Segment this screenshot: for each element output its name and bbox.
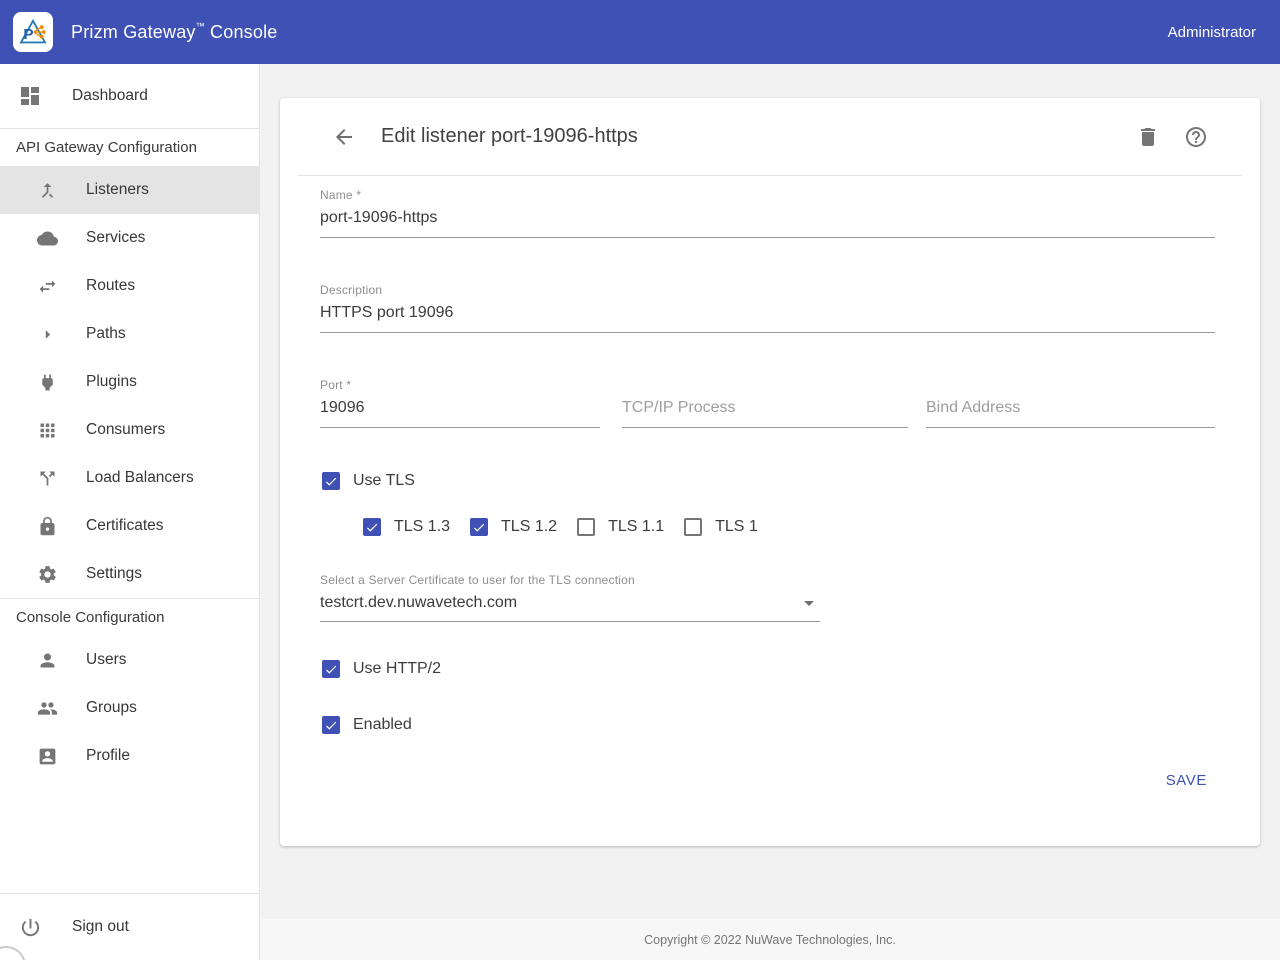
description-input[interactable] [320,297,1215,333]
back-arrow-icon[interactable] [332,125,356,149]
power-icon [19,916,42,939]
app-root: P Prizm Gateway™ Console Administrator D… [0,0,1280,960]
sidebar-item-settings[interactable]: Settings [0,550,259,598]
arrow-right-icon [37,324,58,345]
edit-listener-card: Edit listener port-19096-https Name * [280,98,1260,846]
section-api-gateway-configuration: API Gateway Configuration [0,129,259,166]
bind-address-input[interactable] [926,392,1215,428]
checkbox-icon [322,472,340,490]
listener-form: Name * Description Port * [280,176,1260,846]
description-label: Description [320,283,1215,297]
app-header: P Prizm Gateway™ Console Administrator [0,0,1280,64]
enabled-checkbox[interactable]: Enabled [322,716,1215,734]
main-content: Edit listener port-19096-https Name * [260,64,1280,960]
checkbox-icon [470,518,488,536]
card-title: Edit listener port-19096-https [381,125,638,148]
sidebar-item-paths[interactable]: Paths [0,310,259,358]
checkbox-icon [684,518,702,536]
dashboard-icon [18,84,42,108]
tcpip-process-input[interactable] [622,392,908,428]
sidebar-item-profile[interactable]: Profile [0,732,259,780]
merge-type-icon [37,180,58,201]
help-icon[interactable] [1184,125,1208,149]
checkbox-icon [363,518,381,536]
name-input[interactable] [320,202,1215,238]
plug-icon [37,372,58,393]
app-logo: P [13,12,53,52]
account-box-icon [37,746,58,767]
tls-1-1-checkbox[interactable]: TLS 1.1 [577,518,664,536]
sidebar-item-routes[interactable]: Routes [0,262,259,310]
sidebar-item-plugins[interactable]: Plugins [0,358,259,406]
checkbox-icon [577,518,595,536]
sidebar-item-dashboard[interactable]: Dashboard [0,64,259,128]
user-menu[interactable]: Administrator [1168,24,1256,41]
cloud-icon [37,228,58,249]
call-split-icon [37,468,58,489]
use-http2-checkbox[interactable]: Use HTTP/2 [322,660,1215,678]
tls-1-checkbox[interactable]: TLS 1 [684,518,758,536]
prizm-logo-icon: P [17,16,49,48]
sidebar: Dashboard API Gateway Configuration List… [0,64,260,960]
sidebar-item-groups[interactable]: Groups [0,684,259,732]
page-title: Prizm Gateway™ Console [71,22,278,43]
port-label: Port * [320,378,600,392]
lock-icon [37,516,58,537]
tls-1-2-checkbox[interactable]: TLS 1.2 [470,518,557,536]
certificate-select[interactable]: testcrt.dev.nuwavetech.com [320,587,820,622]
checkbox-icon [322,660,340,678]
swap-horizontal-icon [37,276,58,297]
card-header: Edit listener port-19096-https [280,98,1260,175]
checkbox-icon [322,716,340,734]
trash-icon[interactable] [1136,125,1160,149]
footer: Copyright © 2022 NuWave Technologies, In… [260,919,1280,960]
port-input[interactable] [320,392,600,428]
sidebar-item-certificates[interactable]: Certificates [0,502,259,550]
sidebar-item-listeners[interactable]: Listeners [0,166,259,214]
use-tls-checkbox[interactable]: Use TLS [322,472,1215,490]
chevron-down-icon [804,601,814,606]
sidebar-item-load-balancers[interactable]: Load Balancers [0,454,259,502]
sign-out-button[interactable]: Sign out [0,894,259,960]
certificate-label: Select a Server Certificate to user for … [320,573,820,587]
name-label: Name * [320,188,1215,202]
copyright-text: Copyright © 2022 NuWave Technologies, In… [644,933,896,947]
tls-versions-group: TLS 1.3 TLS 1.2 TLS 1.1 [363,518,1215,536]
section-console-configuration: Console Configuration [0,599,259,636]
people-icon [37,698,58,719]
gear-icon [37,564,58,585]
save-button[interactable]: SAVE [1158,762,1215,799]
sidebar-item-services[interactable]: Services [0,214,259,262]
person-icon [37,650,58,671]
tls-1-3-checkbox[interactable]: TLS 1.3 [363,518,450,536]
svg-text:P: P [23,26,33,43]
sidebar-item-users[interactable]: Users [0,636,259,684]
sidebar-item-consumers[interactable]: Consumers [0,406,259,454]
apps-grid-icon [37,420,58,441]
